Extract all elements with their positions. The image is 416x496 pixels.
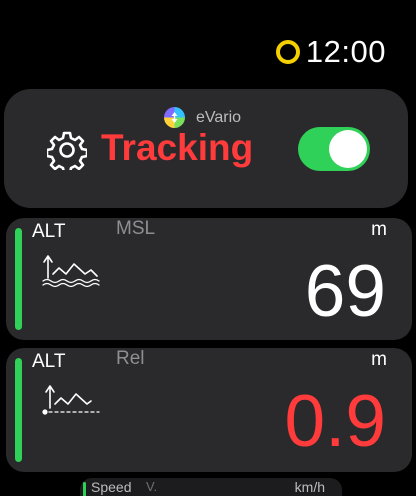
app-name: eVario bbox=[196, 108, 242, 126]
metric-type: ALT bbox=[32, 351, 66, 372]
tracking-label: Tracking bbox=[101, 127, 254, 168]
metric-subtype: MSL bbox=[116, 218, 156, 239]
gear-icon[interactable] bbox=[47, 130, 87, 170]
status-bar-indicator bbox=[15, 228, 22, 330]
altitude-relative-icon bbox=[42, 385, 100, 415]
status-bar-indicator bbox=[83, 482, 86, 496]
altitude-msl-icon bbox=[42, 255, 100, 288]
status-bar-indicator bbox=[15, 358, 22, 462]
metric-type: Speed bbox=[91, 479, 132, 495]
metric-unit: km/h bbox=[294, 479, 325, 495]
toggle-knob bbox=[329, 130, 367, 168]
metric-value: 0.9 bbox=[284, 381, 386, 462]
app-brand: eVario bbox=[164, 107, 241, 128]
tracking-toggle[interactable] bbox=[298, 127, 370, 171]
metric-subtype: V. bbox=[146, 479, 158, 494]
metric-value: 69 bbox=[304, 251, 386, 332]
clock: 12:00 bbox=[305, 34, 386, 69]
metric-unit: m bbox=[371, 349, 387, 370]
metric-unit: m bbox=[371, 219, 387, 240]
metric-card-altitude-relative[interactable]: ALT Rel m 0.9 bbox=[6, 348, 412, 472]
metric-card-speed[interactable]: Speed V. km/h bbox=[80, 478, 342, 496]
evario-logo-icon bbox=[164, 107, 185, 128]
metric-card-altitude-msl[interactable]: ALT MSL m 69 bbox=[6, 218, 412, 340]
watch-screen: 12:00 eVario Tracking ALT MSL m 69 ALT R… bbox=[0, 0, 416, 496]
metric-subtype: Rel bbox=[116, 348, 145, 369]
status-bar: 12:00 bbox=[275, 32, 386, 72]
tracking-card[interactable]: eVario Tracking bbox=[4, 89, 408, 208]
metric-type: ALT bbox=[32, 221, 66, 242]
activity-ring-icon bbox=[275, 40, 300, 64]
